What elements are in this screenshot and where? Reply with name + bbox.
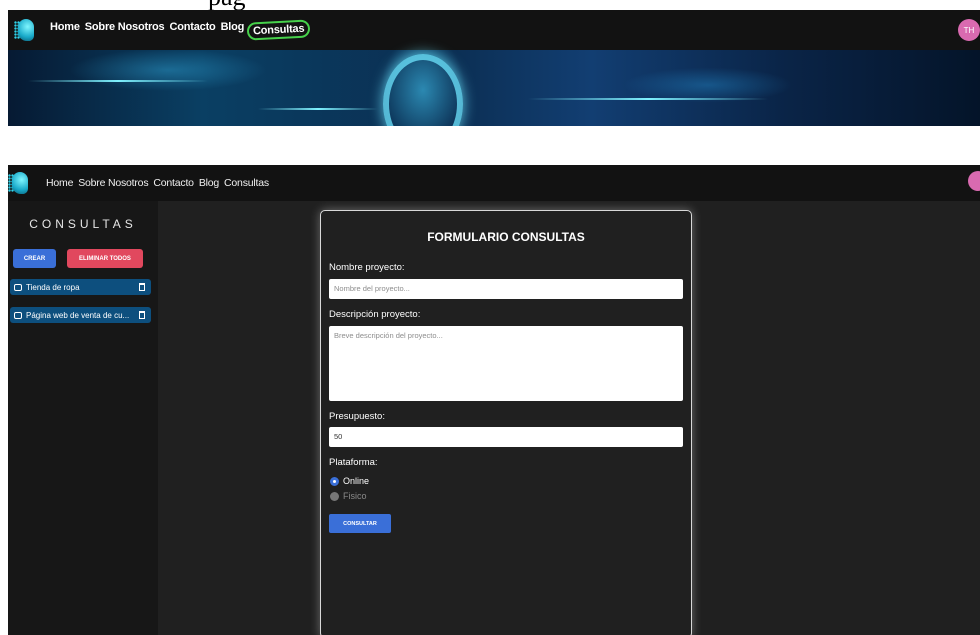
top-navbar: Home Sobre Nosotros Contacto Blog Consul…	[8, 10, 980, 50]
brain-logo-icon[interactable]	[8, 170, 30, 196]
nav-about[interactable]: Sobre Nosotros	[85, 21, 165, 39]
budget-label: Presupuesto:	[329, 411, 385, 422]
banner-light-streak	[528, 98, 768, 100]
nav-home[interactable]: Home	[46, 177, 73, 189]
avatar[interactable]	[968, 171, 980, 191]
consultas-sidebar: CONSULTAS CREAR ELIMINAR TODOS Tienda de…	[8, 201, 158, 635]
delete-all-button[interactable]: ELIMINAR TODOS	[67, 249, 143, 268]
list-item[interactable]: Tienda de ropa	[10, 279, 151, 295]
nav-blog[interactable]: Blog	[221, 21, 245, 39]
bottom-nav-links: Home Sobre Nosotros Contacto Blog Consul…	[46, 177, 269, 189]
radio-fisico[interactable]: Fisico	[330, 491, 367, 501]
radio-selected-icon[interactable]	[330, 476, 339, 486]
chat-icon	[14, 311, 22, 319]
nav-about[interactable]: Sobre Nosotros	[78, 177, 148, 189]
platform-label: Plataforma:	[329, 457, 378, 468]
chat-icon	[14, 283, 22, 291]
list-item[interactable]: Página web de venta de cu...	[10, 307, 151, 323]
bottom-navbar: Home Sobre Nosotros Contacto Blog Consul…	[8, 165, 980, 201]
form-title: FORMULARIO CONSULTAS	[427, 230, 585, 244]
radio-online[interactable]: Online	[330, 476, 369, 486]
budget-input[interactable]: 50	[329, 427, 683, 447]
project-name-input[interactable]: Nombre del proyecto...	[329, 279, 683, 299]
sidebar-title: CONSULTAS	[29, 217, 137, 231]
radio-online-label: Online	[343, 476, 370, 486]
banner-light-streak	[28, 80, 208, 82]
banner-light-streak	[258, 108, 378, 110]
trash-icon[interactable]	[139, 311, 145, 319]
nav-home[interactable]: Home	[50, 21, 80, 39]
caption-text: pag	[208, 0, 246, 10]
project-name-label: Nombre proyecto:	[329, 262, 405, 273]
top-screenshot: Home Sobre Nosotros Contacto Blog Consul…	[8, 10, 980, 126]
sidebar-actions: CREAR ELIMINAR TODOS	[13, 249, 158, 268]
cropped-caption: pag	[8, 0, 980, 10]
avatar[interactable]: TH	[958, 19, 980, 41]
nav-blog[interactable]: Blog	[199, 177, 219, 189]
project-description-textarea[interactable]: Breve descripción del proyecto...	[329, 326, 683, 401]
list-item-label: Página web de venta de cu...	[26, 310, 130, 320]
radio-disabled-icon[interactable]	[330, 491, 339, 501]
nav-contact[interactable]: Contacto	[153, 177, 194, 189]
consultation-form: FORMULARIO CONSULTAS Nombre proyecto: No…	[320, 210, 692, 635]
top-nav-links: Home Sobre Nosotros Contacto Blog Consul…	[50, 19, 312, 41]
bottom-screenshot: Home Sobre Nosotros Contacto Blog Consul…	[8, 165, 980, 635]
create-button[interactable]: CREAR	[13, 249, 56, 268]
nav-consultas-highlighted[interactable]: Consultas	[246, 19, 312, 41]
banner-ring-graphic	[383, 54, 463, 126]
nav-consultas[interactable]: Consultas	[224, 177, 269, 189]
brain-logo-icon[interactable]	[14, 17, 36, 43]
list-item-label: Tienda de ropa	[26, 282, 80, 292]
project-description-label: Descripción proyecto:	[329, 309, 421, 320]
nav-contact[interactable]: Contacto	[169, 21, 215, 39]
consultar-button[interactable]: CONSULTAR	[329, 514, 391, 533]
trash-icon[interactable]	[139, 283, 145, 291]
radio-fisico-label: Fisico	[343, 491, 367, 501]
hero-banner	[8, 50, 980, 126]
